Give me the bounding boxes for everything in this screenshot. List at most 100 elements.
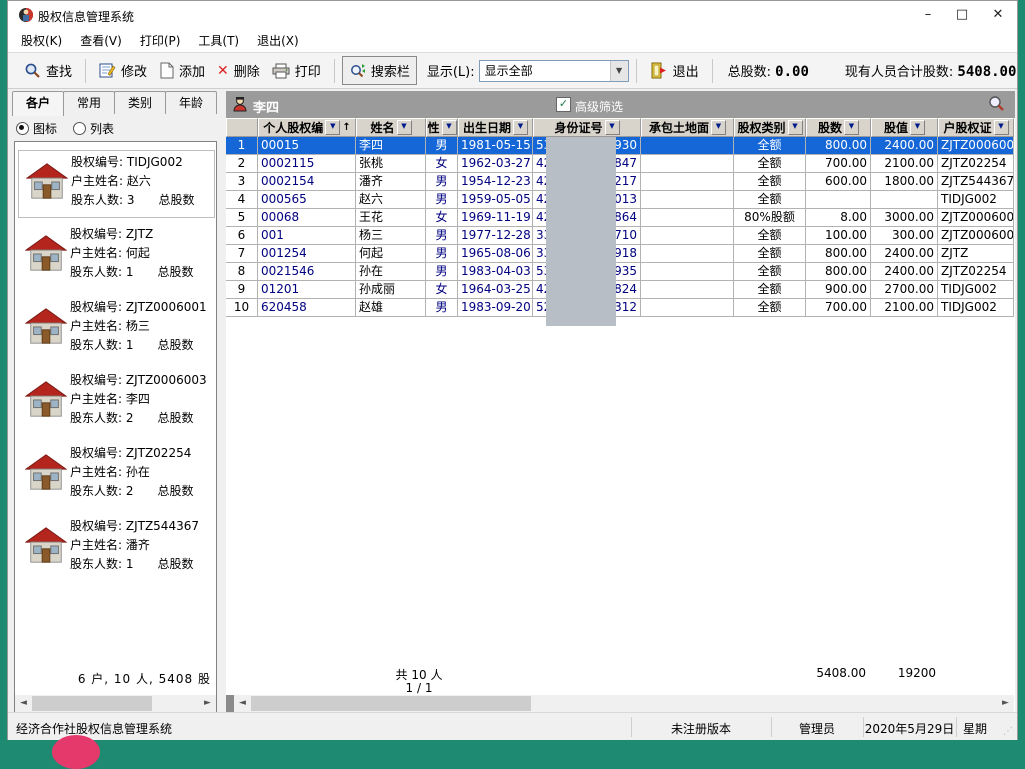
sidebar-tabs: 各户常用类别年龄 [12, 91, 216, 115]
household-entry[interactable]: 股权编号: ZJTZ0006003户主姓名: 李四股东人数: 2 总股数 [18, 369, 213, 435]
delete-button[interactable]: ✕ 删除 [211, 57, 266, 84]
column-header-8[interactable]: 股数▼ [806, 118, 871, 137]
column-header-5[interactable]: 身份证号▼ [533, 118, 641, 137]
menu-item[interactable]: 打印(P) [131, 30, 190, 51]
sidebar-hscrollbar[interactable]: ◄ ► [15, 695, 216, 712]
household-line: 股东人数: 1 总股数 [70, 555, 217, 574]
table-row[interactable]: 30002154潘齐男1954-12-23421123217全额600.0018… [226, 173, 1014, 191]
menu-item[interactable]: 查看(V) [71, 30, 131, 51]
table-cell-gender: 男 [426, 137, 458, 155]
household-entry[interactable]: 股权编号: ZJTZ02254户主姓名: 孙在股东人数: 2 总股数 [18, 442, 213, 508]
table-cell-value: 2100.00 [871, 299, 938, 317]
resize-grip[interactable]: ⋰ [1003, 726, 1015, 738]
table-cell-code: 001 [258, 227, 356, 245]
toolbar-separator [712, 59, 713, 83]
advanced-filter-checkbox[interactable]: ✓ [556, 97, 571, 112]
magnifier-icon[interactable] [987, 95, 1005, 113]
table-cell-gender: 女 [426, 209, 458, 227]
menu-item[interactable]: 股权(K) [12, 30, 71, 51]
scroll-left-icon[interactable]: ◄ [15, 695, 32, 712]
household-line: 户主姓名: 何起 [70, 244, 217, 263]
tab-类别[interactable]: 类别 [114, 91, 166, 114]
print-label: 打印 [295, 61, 321, 80]
household-line: 户主姓名: 潘齐 [70, 536, 217, 555]
filter-arrow-icon[interactable]: ▼ [605, 120, 620, 135]
table-cell-land [641, 245, 734, 263]
display-select[interactable]: 显示全部 ▼ [479, 60, 629, 82]
find-label: 查找 [46, 61, 72, 80]
modify-button[interactable]: 修改 [93, 57, 153, 84]
radio-selected-icon [16, 122, 29, 135]
filter-arrow-icon[interactable]: ▼ [513, 120, 528, 135]
menu-item[interactable]: 工具(T) [189, 30, 248, 51]
close-button[interactable]: ✕ [981, 1, 1015, 29]
table-cell-num: 6 [226, 227, 258, 245]
household-entry[interactable]: 股权编号: ZJTZ0006001户主姓名: 杨三股东人数: 1 总股数 [18, 296, 213, 362]
shares-total: 5408.00 [771, 666, 866, 680]
column-header-4[interactable]: 出生日期▼ [458, 118, 533, 137]
column-header-3[interactable]: 性▼ [426, 118, 458, 137]
table-row[interactable]: 10620458赵雄男1983-09-20522321312全额700.0021… [226, 299, 1014, 317]
table-row[interactable]: 80021546孙在男1983-04-03530331935全额800.0024… [226, 263, 1014, 281]
filter-arrow-icon[interactable]: ▼ [910, 120, 925, 135]
tab-各户[interactable]: 各户 [12, 91, 64, 116]
table-cell-value: 3000.00 [871, 209, 938, 227]
table-row[interactable]: 500068王花女1969-11-1942112286480%股额8.00300… [226, 209, 1014, 227]
filter-arrow-icon[interactable]: ▼ [994, 120, 1009, 135]
column-header-2[interactable]: 姓名▼ [356, 118, 426, 137]
scroll-left-icon[interactable]: ◄ [234, 695, 251, 712]
table-row[interactable]: 6001杨三男1977-12-28332604710全额100.00300.00… [226, 227, 1014, 245]
search-bar-toggle[interactable]: 搜索栏 [342, 56, 417, 85]
household-entry[interactable]: 股权编号: ZJTZ户主姓名: 何起股东人数: 1 总股数 [18, 223, 213, 289]
household-entry[interactable]: 股权编号: ZJTZ544367户主姓名: 潘齐股东人数: 1 总股数 [18, 515, 213, 581]
add-button[interactable]: 添加 [153, 57, 211, 84]
table-cell-land [641, 191, 734, 209]
view-icon-radio[interactable]: 图标 [16, 120, 57, 137]
filter-arrow-icon[interactable]: ▼ [788, 120, 803, 135]
scroll-right-icon[interactable]: ► [199, 695, 216, 712]
filter-arrow-icon[interactable]: ▼ [844, 120, 859, 135]
table-row[interactable]: 4000565赵六男1959-05-05421120013全额TIDJG002 [226, 191, 1014, 209]
person-icon [232, 96, 248, 112]
value-total: 19200 [871, 666, 936, 680]
column-header-7[interactable]: 股权类别▼ [734, 118, 806, 137]
current-shares: 现有人员合计股数: 5408.00 [845, 61, 1017, 80]
toolbar-separator [334, 59, 335, 83]
tab-年龄[interactable]: 年龄 [165, 91, 217, 114]
id-redaction-overlay [546, 137, 616, 326]
column-header-6[interactable]: 承包土地面▼ [641, 118, 734, 137]
table-cell-num: 10 [226, 299, 258, 317]
table-cell-code: 620458 [258, 299, 356, 317]
view-list-radio[interactable]: 列表 [73, 120, 114, 137]
table-caption-bar: 李四 ✓ 高级筛选 [226, 91, 1015, 118]
filter-arrow-icon[interactable]: ▼ [711, 120, 726, 135]
column-header-9[interactable]: 股值▼ [871, 118, 938, 137]
menu-item[interactable]: 退出(X) [248, 30, 308, 51]
find-button[interactable]: 查找 [18, 57, 78, 84]
tab-常用[interactable]: 常用 [63, 91, 115, 114]
filter-arrow-icon[interactable]: ▼ [397, 120, 412, 135]
table-row[interactable]: 100015李四男1981-05-15532221930全额800.002400… [226, 137, 1014, 155]
print-button[interactable]: 打印 [266, 57, 327, 84]
maximize-button[interactable]: □ [945, 1, 979, 29]
scroll-thumb[interactable] [32, 696, 152, 711]
filter-arrow-icon[interactable]: ▼ [442, 120, 457, 135]
table-hscrollbar[interactable]: ◄ ► [234, 695, 1014, 712]
scroll-right-icon[interactable]: ► [997, 695, 1014, 712]
minimize-button[interactable]: – [911, 1, 945, 29]
table-cell-gender: 女 [426, 155, 458, 173]
column-label: 户股权证 [943, 119, 991, 136]
column-header-1[interactable]: 个人股权编▼↑ [258, 118, 356, 137]
column-header-10[interactable]: 户股权证▼ [938, 118, 1014, 137]
table-cell-code: 0002115 [258, 155, 356, 173]
table-row[interactable]: 7001254何起男1965-08-06332622918全额800.00240… [226, 245, 1014, 263]
household-entry[interactable]: 股权编号: TIDJG002户主姓名: 赵六股东人数: 3 总股数 [18, 150, 215, 218]
exit-button[interactable]: 退出 [644, 57, 705, 84]
scroll-thumb[interactable] [251, 696, 531, 711]
table-row[interactable]: 20002115张桃女1962-03-27421122847全额700.0021… [226, 155, 1014, 173]
table-cell-type: 全额 [734, 155, 806, 173]
search-bar-icon [349, 62, 366, 79]
table-row[interactable]: 901201孙成丽女1964-03-25421122824全额900.00270… [226, 281, 1014, 299]
filter-arrow-icon[interactable]: ▼ [325, 120, 340, 135]
table-cell-shares: 800.00 [806, 263, 871, 281]
